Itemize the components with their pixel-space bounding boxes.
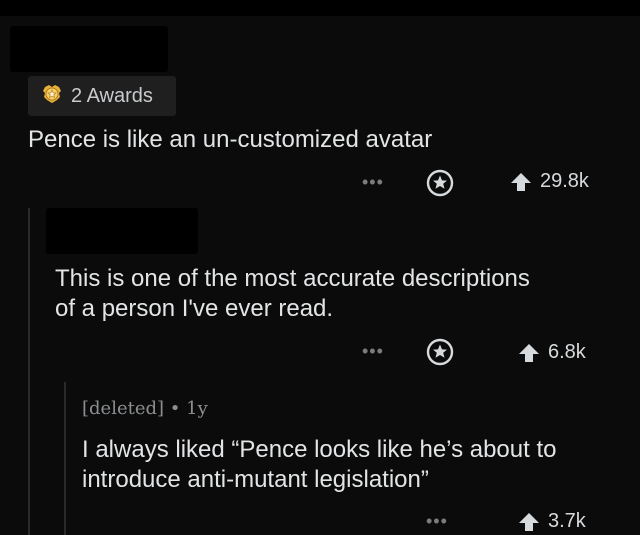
author-name[interactable]: [deleted]	[82, 398, 164, 419]
redacted-username	[46, 208, 198, 254]
upvote-button[interactable]: 29.8k	[510, 170, 589, 193]
upvote-arrow-icon	[519, 512, 539, 531]
give-award-button[interactable]	[425, 337, 455, 372]
upvote-button[interactable]: 3.7k	[518, 510, 586, 533]
awards-label: 2 Awards	[71, 84, 153, 107]
vote-count: 29.8k	[540, 170, 589, 192]
comment-body-line-1: I always liked “Pence looks like he’s ab…	[82, 436, 557, 463]
comment-body-line-2: introduce anti-mutant legislation”	[82, 466, 429, 493]
give-award-button[interactable]	[425, 168, 455, 203]
upvote-arrow-icon	[519, 343, 539, 362]
more-options-button[interactable]: •••	[362, 341, 384, 362]
comment-age: 1y	[186, 398, 208, 419]
comment-body: Pence is like an un-customized avatar	[28, 126, 433, 153]
meta-separator: •	[169, 398, 181, 419]
thread-line[interactable]	[28, 208, 30, 535]
more-options-button[interactable]: •••	[362, 172, 384, 193]
award-medal-icon	[41, 83, 63, 110]
vote-count: 6.8k	[548, 341, 586, 363]
top-bar	[0, 0, 640, 16]
comment-meta: [deleted] • 1y	[82, 398, 208, 419]
thread-line[interactable]	[64, 382, 66, 535]
more-options-button[interactable]: •••	[426, 511, 448, 532]
award-icon	[426, 169, 454, 197]
redacted-username	[10, 26, 168, 72]
vote-count: 3.7k	[548, 510, 586, 532]
awards-badge[interactable]: 2 Awards	[28, 76, 176, 116]
comment-body-line-2: of a person I've ever read.	[55, 295, 334, 322]
award-icon	[426, 338, 454, 366]
upvote-arrow-icon	[511, 172, 531, 191]
upvote-button[interactable]: 6.8k	[518, 341, 586, 364]
comment-body-line-1: This is one of the most accurate descrip…	[55, 265, 530, 292]
